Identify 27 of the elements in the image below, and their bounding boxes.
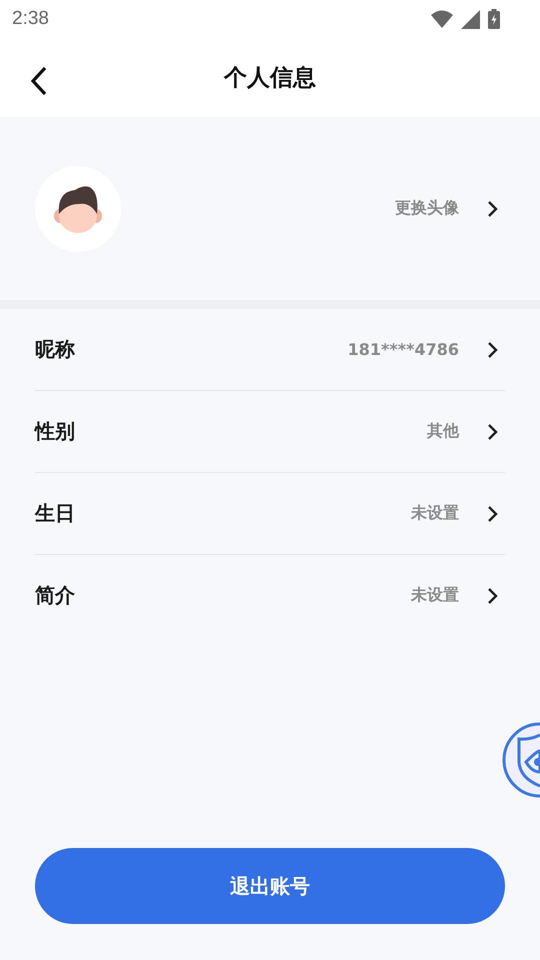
row-value: 其他 xyxy=(427,421,459,442)
chevron-right-icon xyxy=(487,586,498,604)
back-icon xyxy=(30,66,48,96)
settings-row[interactable]: 简介 未设置 xyxy=(35,555,505,636)
chevron-right-icon xyxy=(487,422,498,440)
settings-row[interactable]: 昵称 181****4786 xyxy=(35,309,505,391)
signal-icon xyxy=(461,10,480,28)
chevron-right-icon xyxy=(487,504,498,522)
wifi-icon xyxy=(431,10,453,28)
row-value: 未设置 xyxy=(411,503,459,524)
row-label: 生日 xyxy=(35,500,75,527)
row-value: 未设置 xyxy=(411,585,459,606)
status-time: 2:38 xyxy=(12,8,49,30)
page-title: 个人信息 xyxy=(224,64,316,93)
settings-row[interactable]: 生日 未设置 xyxy=(35,473,505,555)
chevron-right-icon xyxy=(487,340,498,358)
row-label: 昵称 xyxy=(35,336,75,363)
change-avatar-label: 更换头像 xyxy=(395,198,459,219)
logout-button[interactable]: 退出账号 xyxy=(35,848,505,924)
chevron-right-icon xyxy=(487,200,498,218)
shield-eye-icon[interactable] xyxy=(502,722,540,798)
settings-row[interactable]: 性别 其他 xyxy=(35,391,505,473)
avatar-icon xyxy=(35,166,121,252)
row-value: 181****4786 xyxy=(348,340,459,359)
row-label: 简介 xyxy=(35,582,75,609)
row-label: 性别 xyxy=(35,418,75,445)
battery-icon xyxy=(488,9,500,29)
